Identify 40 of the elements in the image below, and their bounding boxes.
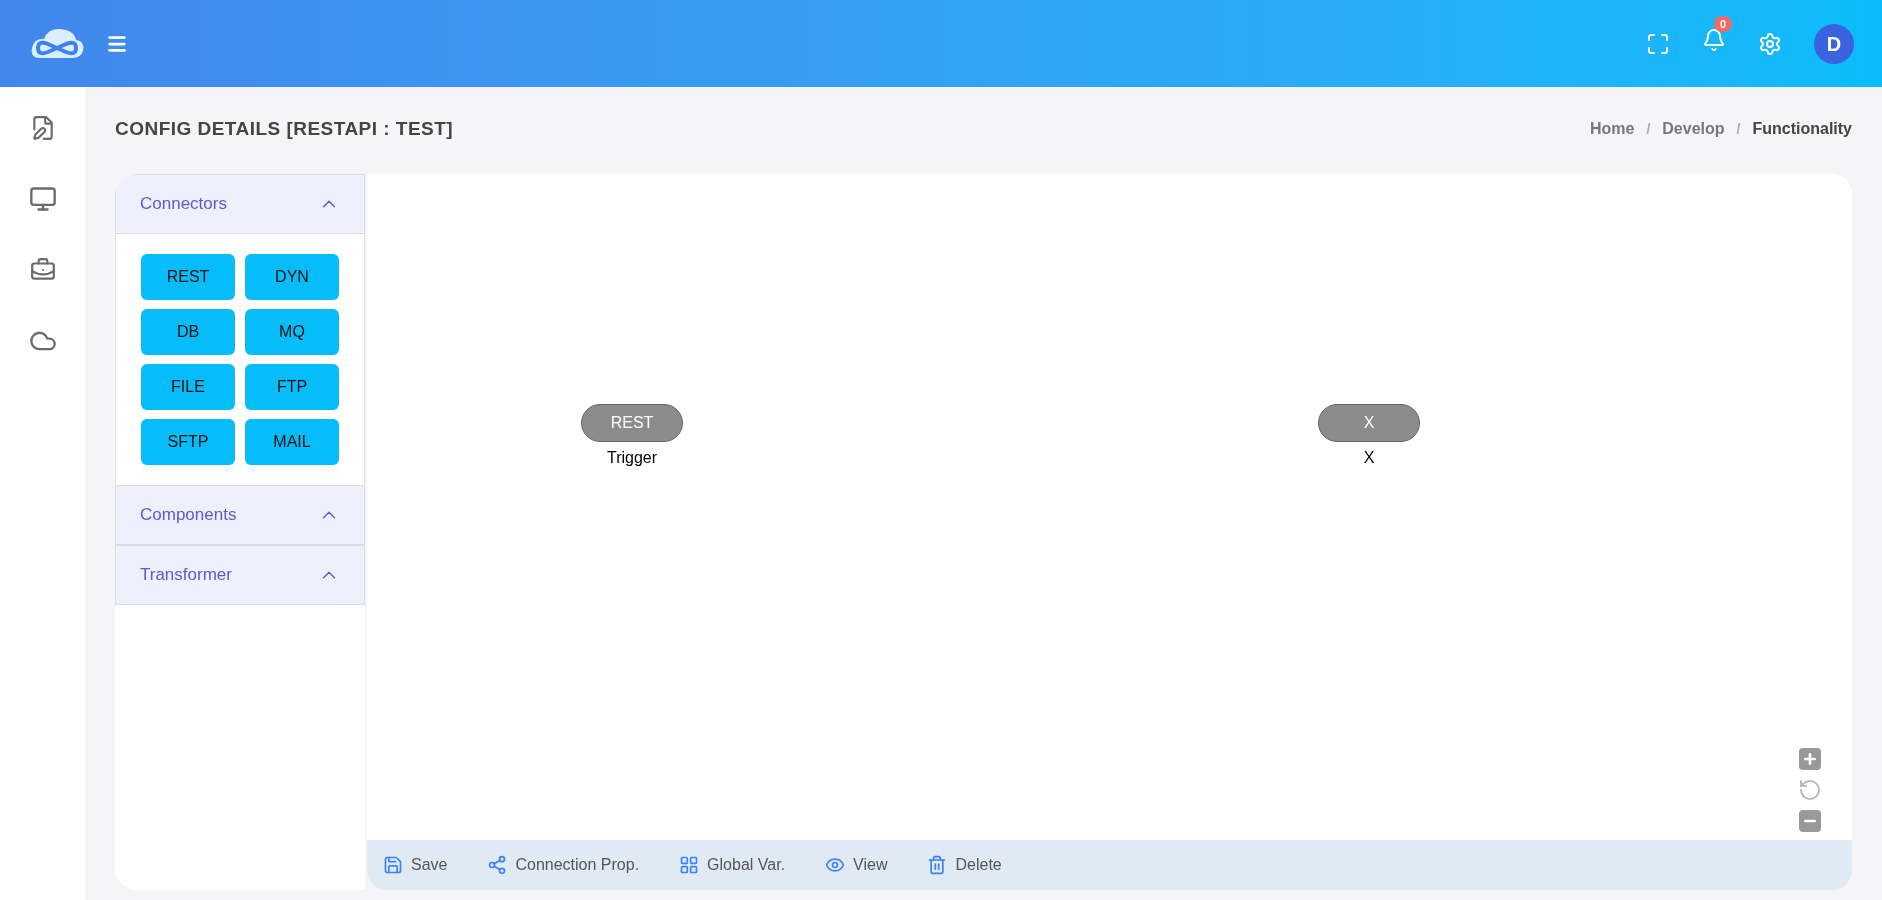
toolbar-button[interactable]: View [825, 853, 888, 877]
node-caption: X [1363, 447, 1375, 468]
accordion-header[interactable]: Connectors [115, 173, 365, 234]
zoom-out-button[interactable] [1799, 810, 1821, 832]
notifications-button[interactable] [1702, 28, 1726, 52]
page-title: CONFIG DETAILS [RESTAPI : TEST] [115, 117, 454, 141]
connector-button[interactable]: MAIL [245, 418, 339, 465]
connector-button[interactable]: SFTP [141, 418, 235, 465]
node-caption: Trigger [606, 447, 658, 468]
breadcrumb-separator: / [1646, 120, 1651, 140]
toolbar-button[interactable]: Delete [927, 853, 1002, 877]
flow-node[interactable]: X [1318, 403, 1420, 442]
toolbar-button[interactable]: Save [383, 853, 448, 877]
plus-icon [1802, 751, 1818, 767]
connector-button[interactable]: FILE [141, 363, 235, 410]
connector-button[interactable]: REST [141, 253, 235, 300]
connector-button[interactable]: MQ [245, 308, 339, 355]
accordion-header[interactable]: Components [115, 484, 365, 545]
connector-button[interactable]: FTP [245, 363, 339, 410]
connector-button[interactable]: DYN [245, 253, 339, 300]
reset-button[interactable] [1798, 778, 1822, 802]
eye-icon [825, 855, 846, 875]
breadcrumb-separator: / [1736, 120, 1741, 140]
trash-icon [927, 855, 948, 875]
connector-button[interactable]: DB [141, 308, 235, 355]
notification-count: 0 [1714, 16, 1733, 32]
flow-node[interactable]: REST [581, 403, 683, 442]
monitor-icon[interactable] [28, 185, 57, 213]
breadcrumb-link[interactable]: Develop [1662, 117, 1725, 142]
accordion-header[interactable]: Transformer [115, 544, 365, 605]
toolbar-button[interactable]: Global Var. [679, 853, 786, 877]
grid-icon [679, 855, 700, 875]
zoom-in-button[interactable] [1799, 748, 1821, 770]
share-icon [487, 855, 508, 875]
toolbar-button[interactable]: Connection Prop. [487, 853, 640, 877]
breadcrumb-link[interactable]: Home [1589, 117, 1635, 142]
fullscreen-button[interactable] [1646, 31, 1670, 56]
user-avatar[interactable]: D [1814, 23, 1854, 64]
breadcrumb-link[interactable]: Functionality [1752, 117, 1852, 142]
settings-button[interactable] [1758, 31, 1782, 56]
